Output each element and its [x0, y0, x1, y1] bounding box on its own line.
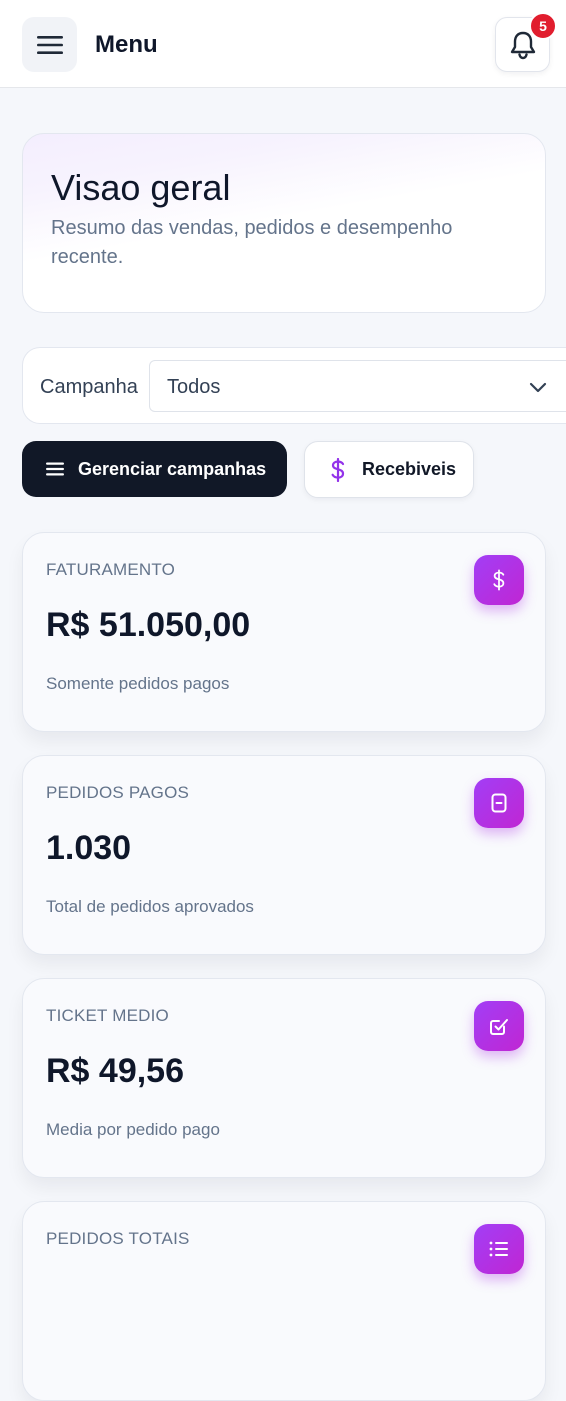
stat-note: Total de pedidos aprovados	[46, 897, 254, 916]
list-icon	[474, 1224, 524, 1274]
stat-card-paid-orders: PEDIDOS PAGOS 1.030 Total de pedidos apr…	[22, 755, 546, 955]
check-square-icon	[474, 1001, 524, 1051]
list-lines-icon	[46, 462, 64, 476]
page-subtitle: Resumo das vendas, pedidos e desempenho …	[51, 217, 453, 268]
dollar-icon	[331, 457, 345, 482]
manage-campaigns-label: Gerenciar campanhas	[78, 458, 267, 479]
campaign-filter-label: Campanha	[40, 376, 138, 398]
stat-label: FATURAMENTO	[46, 560, 176, 579]
stat-note: Media por pedido pago	[46, 1120, 220, 1139]
receivables-button[interactable]: Recebiveis	[304, 441, 474, 498]
page-title: Visao geral	[51, 167, 231, 208]
stat-value: 1.030	[46, 829, 132, 867]
stat-value: R$ 51.050,00	[46, 606, 251, 644]
manage-campaigns-button[interactable]: Gerenciar campanhas	[22, 441, 287, 497]
chevron-down-icon	[529, 382, 547, 393]
stat-value: R$ 49,56	[46, 1052, 184, 1090]
stat-card-total-orders: PEDIDOS TOTAIS	[22, 1201, 546, 1401]
campaign-select[interactable]: Todos	[149, 360, 566, 412]
stat-note: Somente pedidos pagos	[46, 674, 230, 693]
campaign-select-value: Todos	[167, 376, 221, 398]
top-bar: Menu 5	[0, 0, 566, 88]
receivables-label: Recebiveis	[362, 459, 457, 479]
receipt-icon	[474, 778, 524, 828]
hamburger-menu-button[interactable]	[22, 17, 77, 72]
stat-label: PEDIDOS PAGOS	[46, 783, 190, 802]
dollar-icon	[474, 555, 524, 605]
hamburger-icon	[36, 35, 63, 54]
campaign-filter: Campanha Todos	[22, 347, 566, 424]
overview-card: Visao geral Resumo das vendas, pedidos e…	[22, 133, 546, 313]
notification-count-badge: 5	[529, 12, 557, 40]
stat-card-revenue: FATURAMENTO R$ 51.050,00 Somente pedidos…	[22, 532, 546, 732]
stat-label: TICKET MEDIO	[46, 1006, 169, 1025]
stat-label: PEDIDOS TOTAIS	[46, 1229, 190, 1248]
menu-title: Menu	[95, 31, 158, 58]
stat-card-average-ticket: TICKET MEDIO R$ 49,56 Media por pedido p…	[22, 978, 546, 1178]
